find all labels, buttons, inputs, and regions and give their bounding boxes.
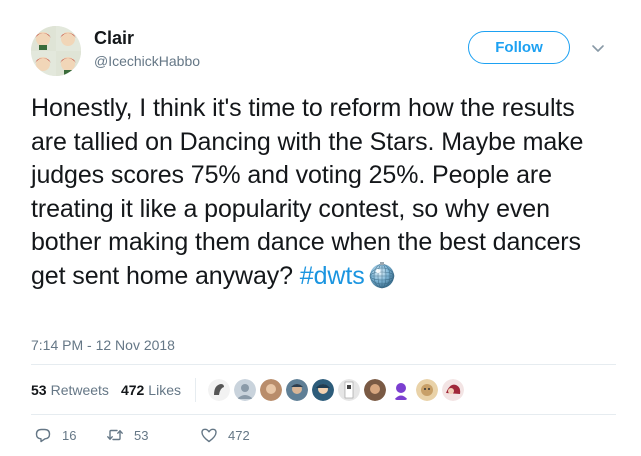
retweets-label: Retweets bbox=[50, 382, 109, 398]
avatar[interactable] bbox=[31, 26, 81, 76]
retweets-stat[interactable]: 53 Retweets bbox=[31, 382, 109, 398]
liker-avatar[interactable] bbox=[389, 379, 412, 401]
hashtag-link[interactable]: #dwts bbox=[300, 262, 365, 290]
reply-count: 16 bbox=[62, 427, 77, 443]
retweet-count: 53 bbox=[134, 427, 149, 443]
liker-avatar[interactable] bbox=[415, 379, 438, 401]
author-name[interactable]: Clair bbox=[94, 28, 134, 49]
divider bbox=[31, 414, 616, 415]
chevron-down-icon[interactable] bbox=[590, 40, 606, 56]
follow-button[interactable]: Follow bbox=[468, 31, 570, 64]
likes-count: 472 bbox=[120, 382, 145, 398]
reply-icon bbox=[35, 428, 51, 443]
heart-icon bbox=[201, 428, 217, 443]
tweet-body: Honestly, I think it's time to reform ho… bbox=[31, 94, 584, 290]
author-handle[interactable]: @IcechickHabbo bbox=[94, 53, 200, 69]
retweets-count: 53 bbox=[31, 382, 47, 398]
like-count: 472 bbox=[228, 427, 250, 443]
liker-avatar[interactable] bbox=[259, 379, 282, 401]
liker-avatar[interactable] bbox=[363, 379, 386, 401]
liker-avatar[interactable] bbox=[311, 379, 334, 401]
likes-label: Likes bbox=[148, 382, 181, 398]
liker-avatar[interactable] bbox=[285, 379, 308, 401]
liker-avatar[interactable] bbox=[233, 379, 256, 401]
engagement-stats: 53 Retweets 472 Likes bbox=[31, 375, 468, 405]
divider bbox=[31, 364, 616, 365]
reply-button[interactable]: 16 bbox=[34, 426, 106, 444]
tweet-actions: 16 53 472 bbox=[34, 426, 250, 444]
liker-avatar[interactable] bbox=[207, 379, 230, 401]
retweet-icon bbox=[107, 429, 123, 441]
retweet-button[interactable]: 53 bbox=[106, 426, 200, 444]
disco-ball-emoji bbox=[367, 260, 397, 290]
tweet-timestamp[interactable]: 7:14 PM - 12 Nov 2018 bbox=[31, 337, 175, 353]
likes-stat[interactable]: 472 Likes bbox=[121, 382, 181, 398]
tweet-card: Clair @IcechickHabbo Follow Honestly, I … bbox=[0, 0, 641, 456]
liker-avatar[interactable] bbox=[337, 379, 360, 401]
tweet-text: Honestly, I think it's time to reform ho… bbox=[31, 92, 616, 293]
stats-separator bbox=[194, 378, 196, 402]
like-button[interactable]: 472 bbox=[200, 426, 250, 444]
liker-avatar[interactable] bbox=[441, 379, 464, 401]
